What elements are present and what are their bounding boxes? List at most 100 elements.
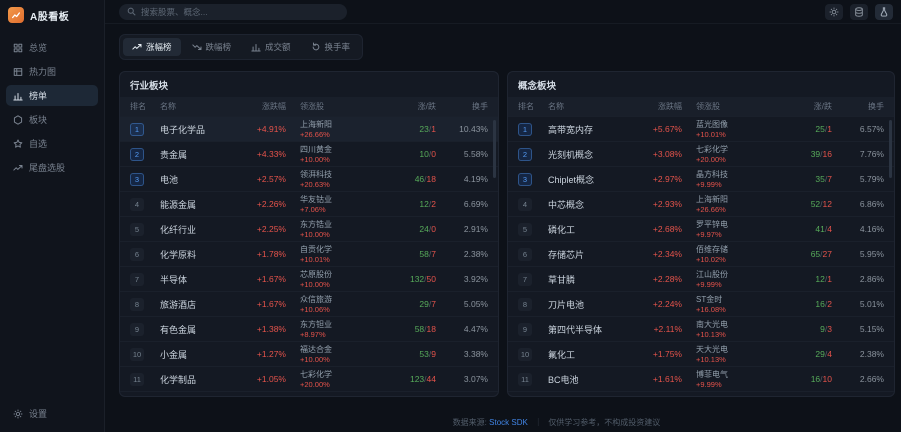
rank-badge: 10 <box>518 348 532 361</box>
sector-name: 化学原料 <box>160 248 228 261</box>
column-header: 涨/跌 <box>374 101 436 112</box>
sidebar-item-总览[interactable]: 总览 <box>6 37 98 58</box>
table-row[interactable]: 2光刻机概念+3.08%七彩化学+20.00%39/167.76% <box>508 141 894 166</box>
table-row[interactable]: 9第四代半导体+2.11%南大光电+10.13%9/35.15% <box>508 316 894 341</box>
leading-stock-name: 上海新阳 <box>300 120 374 130</box>
table-row[interactable]: 7草甘膦+2.28%江山股份+9.99%12/12.86% <box>508 266 894 291</box>
turnover-rate: 5.58% <box>436 149 488 159</box>
table-row[interactable]: 11化学制品+1.05%七彩化学+20.00%123/443.07% <box>120 366 498 391</box>
footer-sdk-link[interactable]: Stock SDK <box>489 418 528 427</box>
sector-name: 第四代半导体 <box>548 323 624 336</box>
sidebar-item-label: 自选 <box>29 137 47 150</box>
tab-换手率[interactable]: 换手率 <box>302 38 360 56</box>
turnover-rate: 3.92% <box>436 274 488 284</box>
turnover-rate: 2.86% <box>832 274 884 284</box>
hexagon-icon <box>13 115 23 125</box>
rank-badge: 5 <box>130 223 144 236</box>
bar-chart-icon <box>251 42 261 52</box>
table-row[interactable]: 12环保行业+0.52%温州宏丰58/114.16% <box>120 391 498 397</box>
column-header: 名称 <box>548 101 624 112</box>
tab-跌幅榜[interactable]: 跌幅榜 <box>183 38 241 56</box>
table-row[interactable]: 4中芯概念+2.93%上海新阳+26.66%52/126.86% <box>508 191 894 216</box>
sector-name: 草甘膦 <box>548 273 624 286</box>
table-row[interactable]: 1电子化学品+4.91%上海新阳+26.66%23/110.43% <box>120 116 498 141</box>
sidebar-item-自选[interactable]: 自选 <box>6 133 98 154</box>
table-row[interactable]: 4能源金属+2.26%华友钴业+7.06%12/26.69% <box>120 191 498 216</box>
leading-stock-change: +10.01% <box>300 255 374 264</box>
sidebar: A股看板 总览热力图榜单板块自选尾盘选股 设置 <box>0 0 105 432</box>
column-header: 换手 <box>436 101 488 112</box>
table-row[interactable]: 9有色金属+1.38%东方钽业+8.97%58/184.47% <box>120 316 498 341</box>
table-row[interactable]: 8旅游酒店+1.67%众信旅游+10.06%29/75.05% <box>120 291 498 316</box>
table-header: 排名名称涨跌幅领涨股涨/跌换手 <box>508 97 894 116</box>
search-input[interactable] <box>141 7 339 17</box>
leading-stock: 东方锆业+10.00% <box>286 220 374 239</box>
database-icon[interactable] <box>850 4 868 20</box>
table-row[interactable]: 11BC电池+1.61%博菲电气+9.99%16/102.66% <box>508 366 894 391</box>
sidebar-item-settings[interactable]: 设置 <box>13 407 91 420</box>
star-icon <box>13 139 23 149</box>
table-row[interactable]: 12小金属概念+1.58%五矿发展36/283.39% <box>508 391 894 397</box>
sidebar-item-热力图[interactable]: 热力图 <box>6 61 98 82</box>
table-row[interactable]: 7半导体+1.67%芯原股份+10.00%132/503.92% <box>120 266 498 291</box>
panel-title: 行业板块 <box>120 72 498 97</box>
rank-badge: 1 <box>130 123 144 136</box>
leading-stock-name: 天大光电 <box>696 345 770 355</box>
sector-name: BC电池 <box>548 373 624 386</box>
scrollbar[interactable] <box>493 120 496 178</box>
tab-成交额[interactable]: 成交额 <box>242 38 300 56</box>
leading-stock-change: +8.97% <box>300 330 374 339</box>
turnover-rate: 4.19% <box>436 174 488 184</box>
advance-decline: 65/27 <box>770 249 832 259</box>
leading-stock: 天大光电+10.13% <box>682 345 770 364</box>
change-percent: +1.27% <box>228 349 286 359</box>
footer-disclaimer: 仅供学习参考，不构成投资建议 <box>548 418 660 427</box>
advance-decline: 39/16 <box>770 149 832 159</box>
leading-stock-name: 领湃科技 <box>300 170 374 180</box>
sector-name: 高带宽内存 <box>548 123 624 136</box>
table-row[interactable]: 10小金属+1.27%福达合金+10.00%53/93.38% <box>120 341 498 366</box>
table-row[interactable]: 2贵金属+4.33%四川黄金+10.00%10/05.58% <box>120 141 498 166</box>
rank-badge: 5 <box>518 223 532 236</box>
sidebar-item-榜单[interactable]: 榜单 <box>6 85 98 106</box>
turnover-rate: 4.16% <box>832 224 884 234</box>
sidebar-nav: 总览热力图榜单板块自选尾盘选股 <box>0 29 104 186</box>
advance-decline: 52/12 <box>770 199 832 209</box>
rank-badge: 11 <box>130 373 144 386</box>
rank-badge: 7 <box>130 273 144 286</box>
scrollbar[interactable] <box>889 120 892 178</box>
flask-icon[interactable] <box>875 4 893 20</box>
sector-name: 能源金属 <box>160 198 228 211</box>
advance-decline: 10/0 <box>374 149 436 159</box>
table-row[interactable]: 6化学原料+1.78%自贡化学+10.01%58/72.38% <box>120 241 498 266</box>
leading-stock-name: 福达合金 <box>300 345 374 355</box>
search-box[interactable] <box>119 4 347 20</box>
footer-separator: ｜ <box>534 418 542 427</box>
table-row[interactable]: 1高带宽内存+5.67%蓝光图像+10.01%25/16.57% <box>508 116 894 141</box>
table-row[interactable]: 5磷化工+2.68%罗平锌电+9.97%41/44.16% <box>508 216 894 241</box>
table-row[interactable]: 3电池+2.57%领湃科技+20.63%46/184.19% <box>120 166 498 191</box>
advance-decline: 35/7 <box>770 174 832 184</box>
sidebar-item-label: 热力图 <box>29 65 56 78</box>
theme-sun-icon[interactable] <box>825 4 843 20</box>
turnover-rate: 2.91% <box>436 224 488 234</box>
panels-content: 行业板块 排名名称涨跌幅领涨股涨/跌换手 1电子化学品+4.91%上海新阳+26… <box>105 60 901 397</box>
turnover-rate: 5.79% <box>832 174 884 184</box>
table-row[interactable]: 5化纤行业+2.25%东方锆业+10.00%24/02.91% <box>120 216 498 241</box>
sector-name: 小金属 <box>160 348 228 361</box>
leading-stock: 晶方科技+9.99% <box>682 170 770 189</box>
table-row[interactable]: 6存储芯片+2.34%佰维存储+10.02%65/275.95% <box>508 241 894 266</box>
turnover-rate: 5.95% <box>832 249 884 259</box>
table-row[interactable]: 3Chiplet概念+2.97%晶方科技+9.99%35/75.79% <box>508 166 894 191</box>
table-row[interactable]: 10氟化工+1.75%天大光电+10.13%29/42.38% <box>508 341 894 366</box>
turnover-rate: 6.69% <box>436 199 488 209</box>
leading-stock-name: 七彩化学 <box>696 145 770 155</box>
leading-stock: 佰维存储+10.02% <box>682 245 770 264</box>
tab-涨幅榜[interactable]: 涨幅榜 <box>123 38 181 56</box>
table-row[interactable]: 8刀片电池+2.24%ST金时+16.08%16/25.01% <box>508 291 894 316</box>
leading-stock: 领湃科技+20.63% <box>286 170 374 189</box>
trend-line-logo-icon <box>8 7 24 23</box>
sidebar-item-板块[interactable]: 板块 <box>6 109 98 130</box>
leading-stock-name: 四川黄金 <box>300 145 374 155</box>
sidebar-item-尾盘选股[interactable]: 尾盘选股 <box>6 157 98 178</box>
